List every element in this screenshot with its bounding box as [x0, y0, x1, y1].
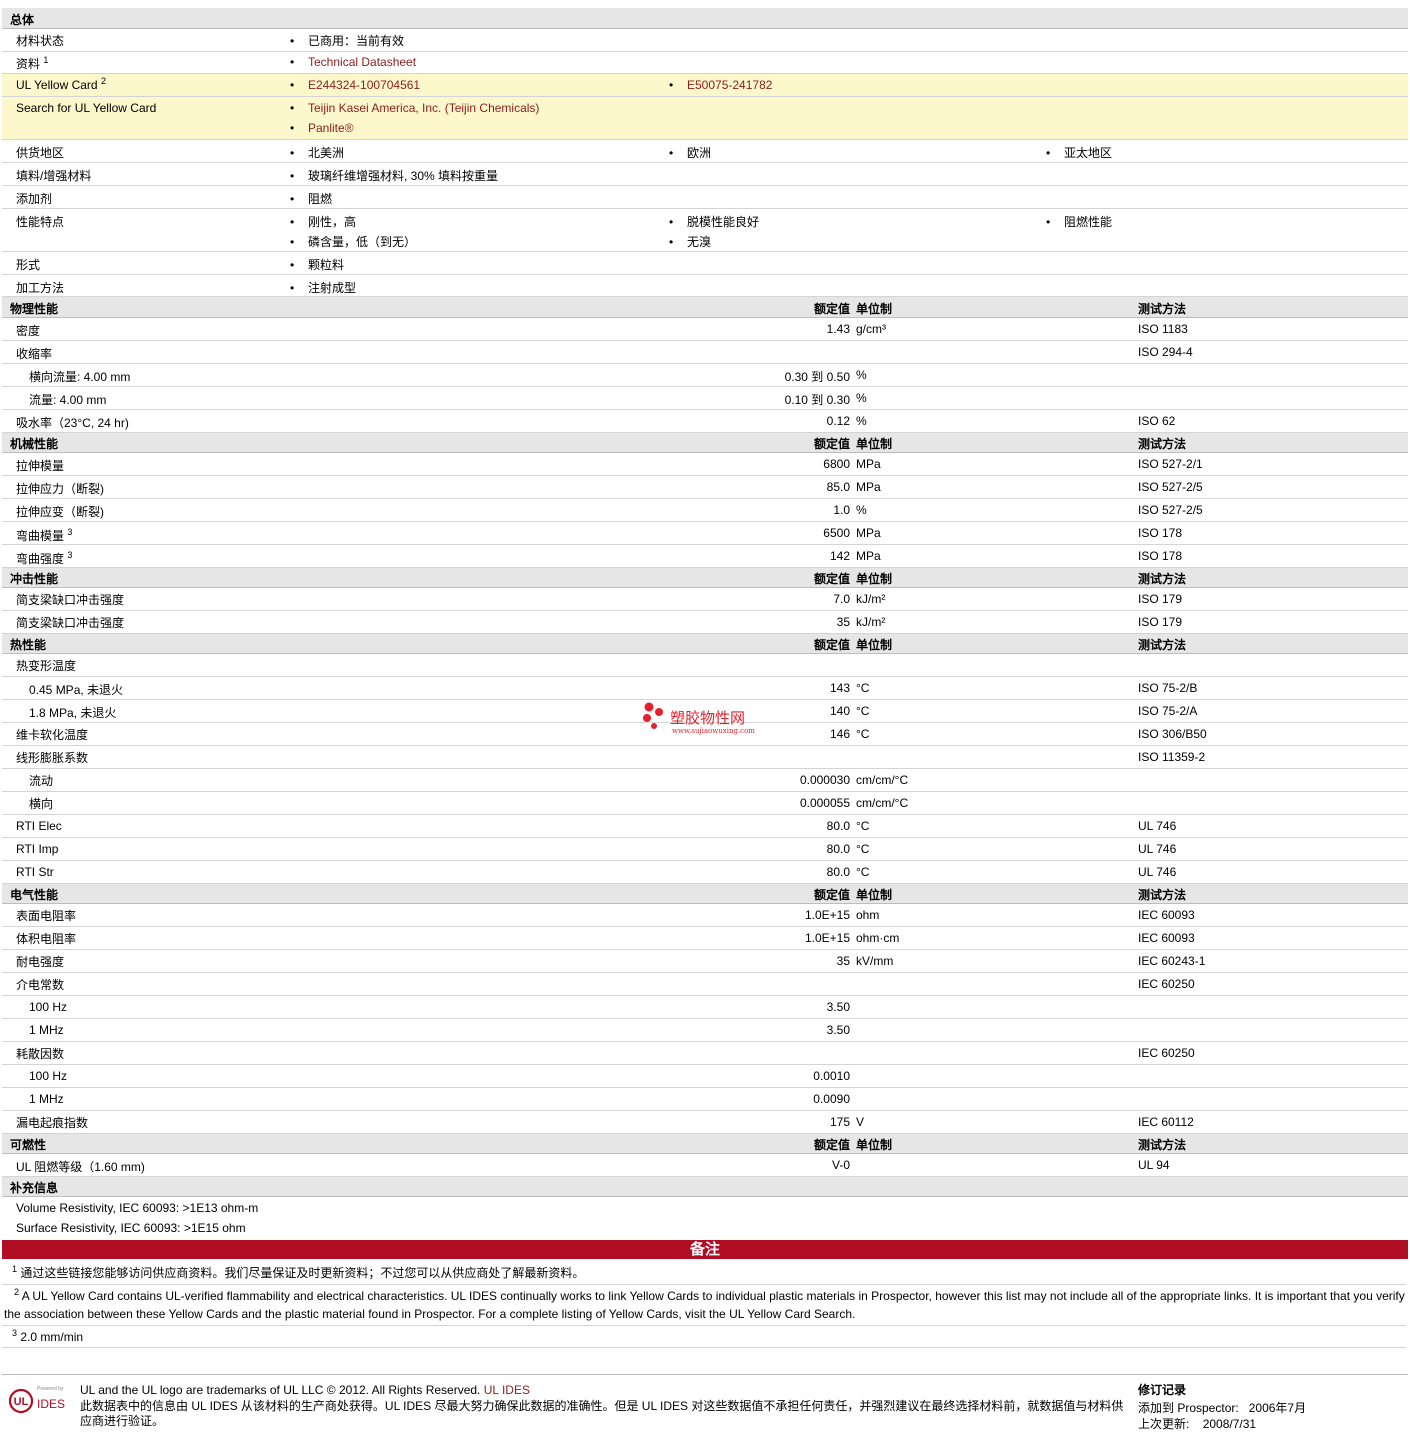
row-hdt-045: 0.45 MPa, 未退火 143 °C ISO 75-2/B [2, 677, 1408, 700]
row-charpy-2: 简支梁缺口冲击强度 35 kJ/m² ISO 179 [2, 611, 1408, 634]
row-clte-transverse: 横向 0.000055 cm/cm/°C [2, 792, 1408, 815]
note-3: 3 2.0 mm/min [2, 1326, 1406, 1348]
row-dc-100hz: 100 Hz 3.50 [2, 996, 1408, 1019]
row-density: 密度 1.43 g/cm³ ISO 1183 [2, 318, 1408, 341]
watermark-logo-icon: 塑胶物性网 www.sujiaowuxing.com [643, 702, 755, 735]
row-tensile-modulus: 拉伸模量 6800 MPa ISO 527-2/1 [2, 453, 1408, 476]
technical-datasheet-link[interactable]: Technical Datasheet [308, 55, 416, 69]
row-df-1mhz: 1 MHz 0.0090 [2, 1088, 1408, 1111]
row-features: 性能特点 刚性，高 脱模性能良好 阻燃性能 磷含量，低（到无） 无溴 [2, 209, 1408, 252]
disclaimer-text: 此数据表中的信息由 UL IDES 从该材料的生产商处获得。UL IDES 尽最… [80, 1399, 1124, 1428]
row-shrink-transverse: 横向流量: 4.00 mm 0.30 到 0.50 % [2, 364, 1408, 387]
row-cti: 漏电起痕指数 175 V IEC 60112 [2, 1111, 1408, 1134]
svg-text:UL: UL [14, 1396, 29, 1408]
ul-ides-logo: UL Powered by IDES [8, 1383, 72, 1417]
section-impact: 冲击性能 额定值 单位制 测试方法 [2, 568, 1408, 588]
row-process: 加工方法 注射成型 [2, 275, 1408, 297]
ul-ides-link[interactable]: UL IDES [484, 1383, 530, 1397]
row-region: 供货地区 北美洲 欧洲 亚太地区 [2, 140, 1408, 163]
row-yellow-card: UL Yellow Card 2 E244324-100704561 E5007… [2, 74, 1408, 97]
note-2: 2 A UL Yellow Card contains UL-verified … [2, 1285, 1406, 1326]
section-mechanical: 机械性能 额定值 单位制 测试方法 [2, 433, 1408, 453]
row-shrink-flow: 流量: 4.00 mm 0.10 到 0.30 % [2, 387, 1408, 410]
row-df-100hz: 100 Hz 0.0010 [2, 1065, 1408, 1088]
row-surface-resistivity: 表面电阻率 1.0E+15 ohm IEC 60093 [2, 904, 1408, 927]
row-dc-1mhz: 1 MHz 3.50 [2, 1019, 1408, 1042]
row-hdt: 热变形温度 [2, 654, 1408, 677]
note-1: 1 通过这些链接您能够访问供应商资料。我们尽量保证及时更新资料；不过您可以从供应… [2, 1262, 1406, 1285]
row-rti-str: RTI Str 80.0 °C UL 746 [2, 861, 1408, 884]
yellow-card-link-2[interactable]: E50075-241782 [687, 78, 772, 92]
section-general: 总体 [2, 8, 1408, 29]
added-date: 添加到 Prospector: 2006年7月 [1138, 1401, 1307, 1415]
row-volume-resistivity: 体积电阻率 1.0E+15 ohm·cm IEC 60093 [2, 927, 1408, 950]
row-charpy-1: 简支梁缺口冲击强度 7.0 kJ/m² ISO 179 [2, 588, 1408, 611]
svg-text:www.sujiaowuxing.com: www.sujiaowuxing.com [672, 727, 755, 735]
row-data: 资料 1 Technical Datasheet [2, 52, 1408, 74]
row-tensile-stress: 拉伸应力（断裂) 85.0 MPa ISO 527-2/5 [2, 476, 1408, 499]
row-ul-rating: UL 阻燃等级（1.60 mm) V-0 UL 94 [2, 1154, 1408, 1177]
footer: UL Powered by IDES UL and the UL logo ar… [2, 1374, 1408, 1435]
trademark-text: UL and the UL logo are trademarks of UL … [80, 1383, 530, 1397]
brand-link[interactable]: Panlite® [308, 121, 354, 135]
row-flexural-modulus: 弯曲模量 3 6500 MPa ISO 178 [2, 522, 1408, 545]
row-status: 材料状态 已商用：当前有效 [2, 29, 1408, 52]
section-title: 总体 [10, 13, 35, 27]
row-clte-flow: 流动 0.000030 cm/cm/°C [2, 769, 1408, 792]
supplier-link[interactable]: Teijin Kasei America, Inc. (Teijin Chemi… [308, 101, 539, 115]
row-dielectric-constant: 介电常数 IEC 60250 [2, 973, 1408, 996]
row-dielectric-strength: 耐电强度 35 kV/mm IEC 60243-1 [2, 950, 1408, 973]
section-supplement: 补充信息 [2, 1177, 1408, 1197]
row-search-yellow-card: Search for UL Yellow Card Teijin Kasei A… [2, 97, 1408, 140]
row-additive: 添加剂 阻燃 [2, 186, 1408, 209]
section-flammability: 可燃性 额定值 单位制 测试方法 [2, 1134, 1408, 1154]
row-rti-elec: RTI Elec 80.0 °C UL 746 [2, 815, 1408, 838]
row-form: 形式 颗粒料 [2, 252, 1408, 275]
row-shrinkage: 收缩率 ISO 294-4 [2, 341, 1408, 364]
row-tensile-strain: 拉伸应变（断裂) 1.0 % ISO 527-2/5 [2, 499, 1408, 522]
watermark: 塑胶物性网 www.sujiaowuxing.com [640, 702, 780, 738]
row-flexural-strength: 弯曲强度 3 142 MPa ISO 178 [2, 545, 1408, 568]
section-physical: 物理性能 额定值 单位制 测试方法 [2, 297, 1408, 318]
updated-date: 上次更新: 2008/7/31 [1138, 1417, 1257, 1431]
supplement-info: Volume Resistivity, IEC 60093: >1E13 ohm… [16, 1201, 259, 1235]
row-rti-imp: RTI Imp 80.0 °C UL 746 [2, 838, 1408, 861]
revision-title: 修订记录 [1138, 1383, 1187, 1397]
row-water-absorption: 吸水率（23°C, 24 hr) 0.12 % ISO 62 [2, 410, 1408, 433]
row-filler: 填料/增强材料 玻璃纤维增强材料, 30% 填料按重量 [2, 163, 1408, 186]
svg-text:IDES: IDES [37, 1397, 65, 1411]
section-thermal: 热性能 额定值 单位制 测试方法 [2, 634, 1408, 654]
yellow-card-link-1[interactable]: E244324-100704561 [308, 78, 420, 92]
row-clte: 线形膨胀系数 ISO 11359-2 [2, 746, 1408, 769]
svg-text:Powered by: Powered by [37, 1386, 64, 1392]
notes-header: 备注 [2, 1240, 1408, 1259]
section-electrical: 电气性能 额定值 单位制 测试方法 [2, 884, 1408, 904]
svg-text:塑胶物性网: 塑胶物性网 [670, 709, 745, 727]
row-dissipation-factor: 耗散因数 IEC 60250 [2, 1042, 1408, 1065]
